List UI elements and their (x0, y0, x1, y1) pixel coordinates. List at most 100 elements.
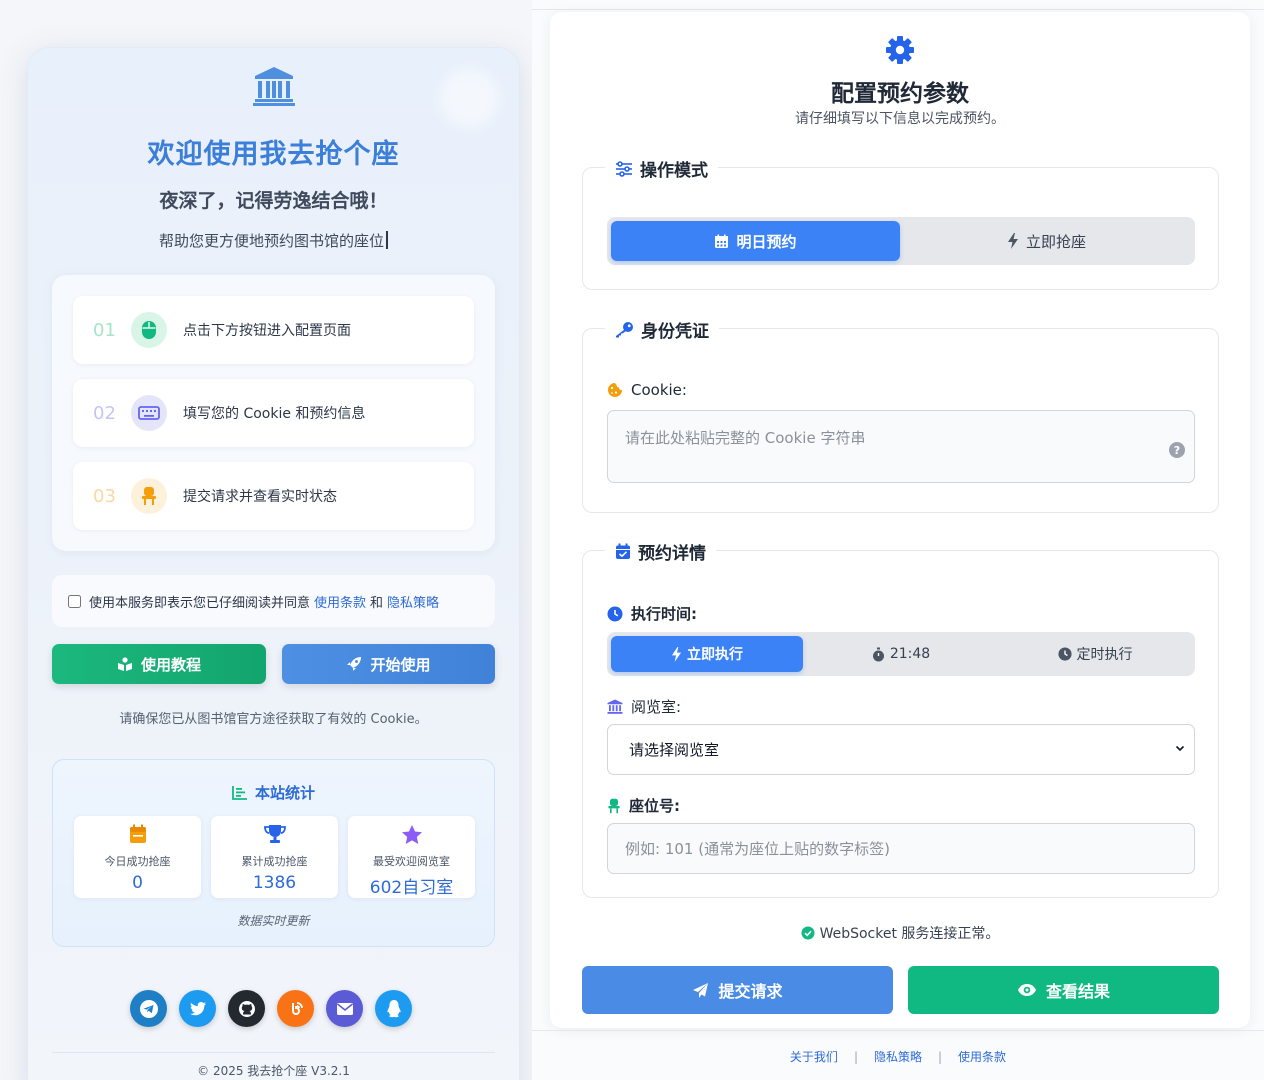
paper-plane-icon (693, 982, 709, 998)
divider (52, 1052, 495, 1053)
step-text: 提交请求并查看实时状态 (183, 489, 337, 505)
footer-link-terms[interactable]: 使用条款 (958, 1050, 1006, 1064)
chair-icon (608, 798, 620, 813)
privacy-link[interactable]: 隐私策略 (387, 592, 439, 611)
telegram-icon[interactable] (130, 990, 167, 1027)
mode-fieldset: 操作模式 明日预约 立即抢座 (582, 156, 1219, 290)
time-option-label: 立即执行 (687, 647, 743, 663)
stats-footnote: 数据实时更新 (237, 914, 310, 928)
cookie-icon (608, 383, 622, 397)
cookie-input[interactable]: 请在此处粘贴完整的 Cookie 字符串 ? (607, 410, 1195, 483)
stat-popular-room: 最受欢迎阅览室 602自习室 (348, 816, 475, 898)
websocket-status-text: WebSocket 服务连接正常。 (819, 926, 1000, 942)
view-results-button-label: 查看结果 (1045, 982, 1110, 1001)
seat-label-text: 座位号: (629, 797, 680, 815)
mode-tomorrow-button[interactable]: 明日预约 (611, 221, 900, 261)
check-circle-icon (801, 926, 815, 940)
seat-input[interactable]: 例如: 101 (通常为座位上贴的数字标签) (607, 823, 1195, 874)
details-legend-text: 预约详情 (638, 544, 706, 564)
start-button-label: 开始使用 (370, 655, 431, 674)
seat-placeholder: 例如: 101 (通常为座位上贴的数字标签) (625, 840, 890, 858)
config-card: 配置预约参数 请仔细填写以下信息以完成预约。 操作模式 明日预约 立即抢座 身份… (550, 12, 1250, 1028)
footer-separator: | (938, 1050, 943, 1064)
typing-caret (386, 231, 388, 249)
bolt-icon (671, 646, 682, 662)
agree-text: 使用本服务即表示您已仔细阅读并同意 (89, 595, 311, 611)
chart-icon (232, 786, 247, 800)
stat-value: 0 (132, 873, 143, 893)
footer-link-privacy[interactable]: 隐私策略 (874, 1050, 922, 1064)
time-scheduled-option[interactable]: 定时执行 (999, 636, 1191, 672)
time-toggle: 立即执行 21:48 定时执行 (607, 632, 1195, 676)
calendar-icon (129, 824, 146, 843)
chair-icon (131, 478, 167, 514)
eye-icon (1017, 984, 1036, 996)
github-icon[interactable] (228, 990, 265, 1027)
social-links (130, 990, 412, 1027)
steps-card: 01 点击下方按钮进入配置页面 02 填写您的 Cookie 和预约信息 03 … (52, 275, 495, 551)
mode-legend-text: 操作模式 (640, 161, 708, 181)
agree-and: 和 (370, 595, 384, 611)
stopwatch-icon (872, 647, 884, 661)
stats-title-text: 本站统计 (254, 784, 315, 802)
cookie-note: 请确保您已从图书馆官方途径获取了有效的 Cookie。 (119, 712, 428, 727)
qq-icon[interactable] (375, 990, 412, 1027)
sliders-icon (616, 160, 632, 177)
stats-title: 本站统计 (53, 782, 494, 803)
details-legend: 预约详情 (605, 539, 716, 564)
user-tutorial-icon (117, 657, 132, 671)
submit-button-label: 提交请求 (718, 982, 783, 1001)
welcome-title: 欢迎使用我去抢个座 (147, 139, 400, 170)
agree-checkbox[interactable] (68, 594, 81, 608)
credential-legend: 身份凭证 (605, 317, 719, 342)
mode-now-button[interactable]: 立即抢座 (902, 221, 1191, 261)
mode-legend: 操作模式 (605, 156, 718, 181)
question-icon[interactable]: ? (1169, 442, 1185, 458)
time-current-option[interactable]: 21:48 (805, 636, 997, 672)
terms-agreement: 使用本服务即表示您已仔细阅读并同意 使用条款 和 隐私策略 (52, 575, 495, 627)
mode-option-label: 明日预约 (736, 232, 797, 251)
stat-label: 今日成功抢座 (104, 855, 171, 868)
details-fieldset: 预约详情 执行时间: 立即执行 21:48 定时执行 阅览室: 请选择阅览室 座… (582, 539, 1219, 898)
key-icon (616, 322, 633, 338)
time-option-label: 定时执行 (1076, 647, 1133, 663)
stat-value: 1386 (252, 873, 297, 893)
keyboard-icon (131, 395, 167, 431)
time-label-text: 执行时间: (631, 605, 697, 623)
email-icon[interactable] (326, 990, 363, 1027)
divider (532, 1030, 1264, 1031)
tutorial-button[interactable]: 使用教程 (52, 644, 266, 684)
footer-separator: | (853, 1050, 858, 1064)
twitter-icon[interactable] (179, 990, 216, 1027)
submit-button[interactable]: 提交请求 (582, 966, 893, 1014)
step-item: 03 提交请求并查看实时状态 (73, 462, 474, 530)
rocket-icon (347, 657, 362, 671)
terms-link[interactable]: 使用条款 (314, 592, 366, 611)
blog-icon[interactable] (277, 990, 314, 1027)
time-now-option[interactable]: 立即执行 (611, 636, 803, 672)
websocket-status: WebSocket 服务连接正常。 (550, 923, 1250, 943)
calendar-check-icon (616, 543, 630, 559)
footer-link-about[interactable]: 关于我们 (790, 1050, 838, 1064)
start-button[interactable]: 开始使用 (282, 644, 495, 684)
credential-legend-text: 身份凭证 (641, 322, 709, 342)
step-item: 02 填写您的 Cookie 和预约信息 (73, 379, 474, 447)
time-option-label: 21:48 (889, 646, 931, 662)
view-results-button[interactable]: 查看结果 (908, 966, 1219, 1014)
stat-total: 累计成功抢座 1386 (211, 816, 338, 898)
site-stats-card: 本站统计 今日成功抢座 0 累计成功抢座 1386 最受欢迎阅览室 602自习室… (52, 759, 495, 947)
calendar-icon (715, 234, 729, 248)
footer-links: 关于我们 | 隐私策略 | 使用条款 (532, 1048, 1264, 1065)
greeting-text: 夜深了，记得劳逸结合哦！ (159, 190, 388, 212)
chevron-down-icon (1175, 745, 1185, 752)
subtitle-typed: 帮助您更方便地预约图书馆的座位 (158, 232, 384, 250)
step-text: 填写您的 Cookie 和预约信息 (183, 406, 366, 422)
room-label-text: 阅览室: (631, 698, 682, 716)
library-icon (253, 67, 295, 106)
bolt-icon (1007, 233, 1018, 249)
cookie-label-text: Cookie: (631, 381, 687, 399)
cookie-label: Cookie: (607, 381, 687, 399)
room-select[interactable]: 请选择阅览室 (607, 724, 1195, 775)
clock-icon (1057, 647, 1072, 661)
config-title: 配置预约参数 (831, 81, 969, 107)
